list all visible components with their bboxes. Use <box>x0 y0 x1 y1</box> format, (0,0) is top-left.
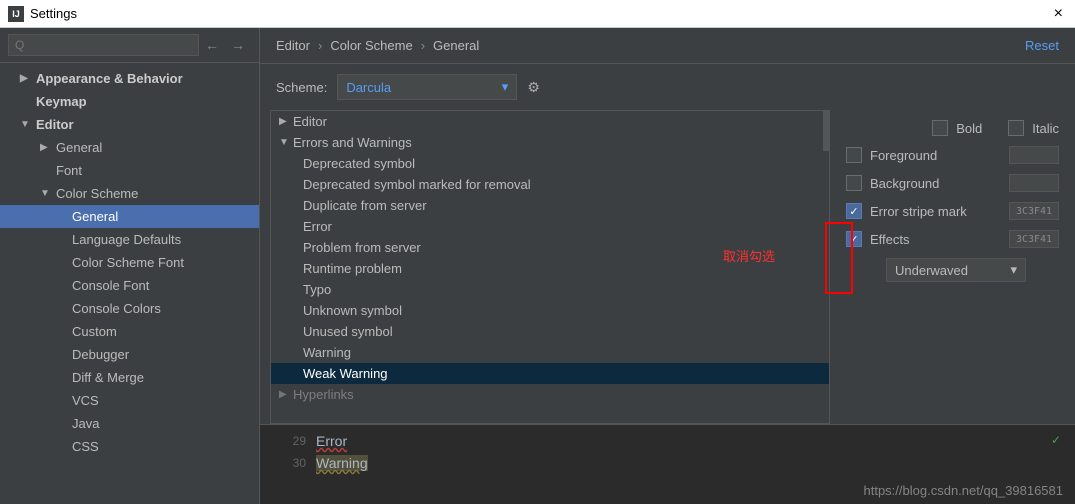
nav-cs-diff[interactable]: Diff & Merge <box>0 366 259 389</box>
breadcrumb: Editor › Color Scheme › General Reset <box>260 28 1075 64</box>
nav-cs-lang-defaults[interactable]: Language Defaults <box>0 228 259 251</box>
cat-hyperlinks[interactable]: ▶Hyperlinks <box>271 384 829 405</box>
breadcrumb-editor[interactable]: Editor <box>276 38 310 53</box>
nav-appearance[interactable]: ▶Appearance & Behavior <box>0 67 259 90</box>
effects-label: Effects <box>870 232 1001 247</box>
foreground-swatch[interactable] <box>1009 146 1059 164</box>
cat-item[interactable]: Deprecated symbol <box>271 153 829 174</box>
nav-font[interactable]: Font <box>0 159 259 182</box>
scrollbar[interactable] <box>823 111 829 151</box>
italic-checkbox[interactable] <box>1008 120 1024 136</box>
nav-forward-icon[interactable]: → <box>225 37 251 53</box>
reset-button[interactable]: Reset <box>1025 38 1059 53</box>
foreground-checkbox[interactable] <box>846 147 862 163</box>
nav-cs-font[interactable]: Color Scheme Font <box>0 251 259 274</box>
line-number: 30 <box>276 456 306 470</box>
nav-cs-general[interactable]: General <box>0 205 259 228</box>
app-icon: IJ <box>8 6 24 22</box>
nav-color-scheme[interactable]: ▼Color Scheme <box>0 182 259 205</box>
foreground-label: Foreground <box>870 148 1001 163</box>
chevron-right-icon: › <box>421 38 425 53</box>
nav-cs-css[interactable]: CSS <box>0 435 259 458</box>
nav-cs-debugger[interactable]: Debugger <box>0 343 259 366</box>
bold-label: Bold <box>956 121 982 136</box>
check-icon: ✓ <box>1051 433 1061 447</box>
chevron-down-icon: ▾ <box>1010 262 1017 278</box>
error-stripe-checkbox[interactable]: ✓ <box>846 203 862 219</box>
effects-type-select[interactable]: Underwaved ▾ <box>886 258 1026 282</box>
cat-item[interactable]: Warning <box>271 342 829 363</box>
cat-item[interactable]: Unused symbol <box>271 321 829 342</box>
main-panel: Editor › Color Scheme › General Reset Sc… <box>260 28 1075 504</box>
breadcrumb-color-scheme[interactable]: Color Scheme <box>330 38 412 53</box>
nav-cs-custom[interactable]: Custom <box>0 320 259 343</box>
chevron-right-icon: › <box>318 38 322 53</box>
error-stripe-label: Error stripe mark <box>870 204 1001 219</box>
nav-cs-java[interactable]: Java <box>0 412 259 435</box>
preview-error: Error <box>316 433 347 449</box>
cat-item[interactable]: Duplicate from server <box>271 195 829 216</box>
preview-warning: Warning <box>316 455 368 471</box>
line-number: 29 <box>276 434 306 448</box>
nav-back-icon[interactable]: ← <box>199 37 225 53</box>
annotation-text: 取消勾选 <box>723 246 775 265</box>
close-icon[interactable]: × <box>1050 5 1067 23</box>
settings-tree: ▶Appearance & Behavior Keymap ▼Editor ▶G… <box>0 63 259 504</box>
cat-item[interactable]: Error <box>271 216 829 237</box>
category-tree: ▶Editor ▼Errors and Warnings Deprecated … <box>270 110 830 424</box>
scheme-label: Scheme: <box>276 80 327 95</box>
chevron-down-icon: ▾ <box>502 79 509 95</box>
gear-icon[interactable]: ⚙ <box>527 79 540 96</box>
breadcrumb-general: General <box>433 38 479 53</box>
cat-errors-warnings[interactable]: ▼Errors and Warnings <box>271 132 829 153</box>
cat-item[interactable]: Deprecated symbol marked for removal <box>271 174 829 195</box>
nav-keymap[interactable]: Keymap <box>0 90 259 113</box>
options-panel: Bold Italic Foreground Background ✓ <box>830 110 1075 424</box>
nav-cs-console-colors[interactable]: Console Colors <box>0 297 259 320</box>
bold-checkbox[interactable] <box>932 120 948 136</box>
nav-cs-console-font[interactable]: Console Font <box>0 274 259 297</box>
nav-editor[interactable]: ▼Editor <box>0 113 259 136</box>
watermark: https://blog.csdn.net/qq_39816581 <box>864 483 1064 498</box>
cat-weak-warning[interactable]: Weak Warning <box>271 363 829 384</box>
background-checkbox[interactable] <box>846 175 862 191</box>
effects-swatch[interactable]: 3C3F41 <box>1009 230 1059 248</box>
window-title: Settings <box>30 6 77 21</box>
scheme-select[interactable]: Darcula ▾ <box>337 74 517 100</box>
titlebar: IJ Settings × <box>0 0 1075 28</box>
cat-item[interactable]: Unknown symbol <box>271 300 829 321</box>
effects-checkbox[interactable]: ✓ <box>846 231 862 247</box>
italic-label: Italic <box>1032 121 1059 136</box>
nav-general[interactable]: ▶General <box>0 136 259 159</box>
background-swatch[interactable] <box>1009 174 1059 192</box>
cat-editor[interactable]: ▶Editor <box>271 111 829 132</box>
search-input[interactable] <box>8 34 199 56</box>
error-stripe-swatch[interactable]: 3C3F41 <box>1009 202 1059 220</box>
background-label: Background <box>870 176 1001 191</box>
sidebar: ← → ▶Appearance & Behavior Keymap ▼Edito… <box>0 28 260 504</box>
nav-cs-vcs[interactable]: VCS <box>0 389 259 412</box>
cat-item[interactable]: Typo <box>271 279 829 300</box>
